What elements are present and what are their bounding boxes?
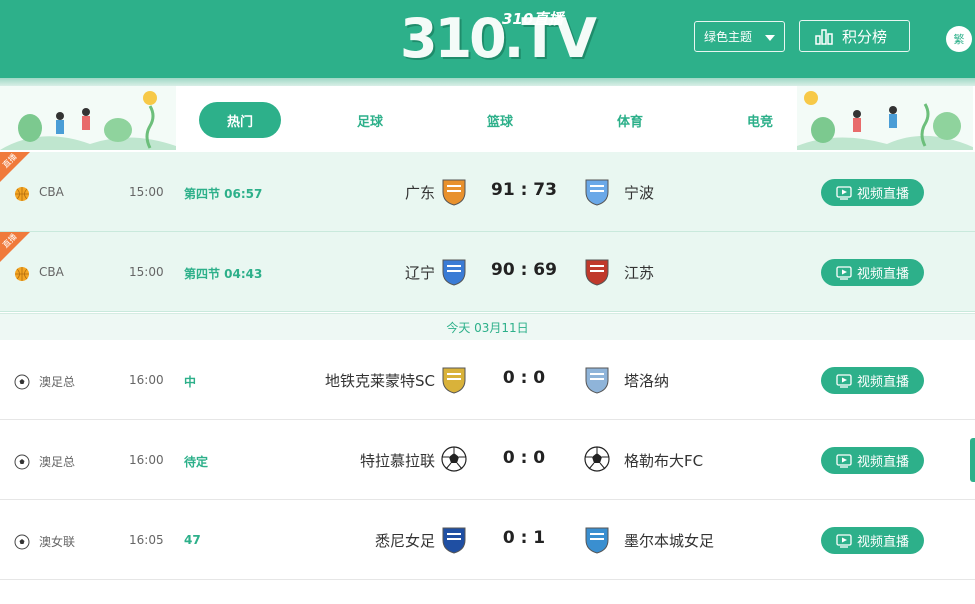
logo-sub-text: 310直播: [502, 10, 564, 28]
logo-main-text: 310.TV: [400, 7, 597, 70]
theme-select[interactable]: 绿色主题: [694, 21, 785, 52]
home-team-name[interactable]: 辽宁: [405, 262, 435, 283]
standings-label: 积分榜: [842, 27, 888, 46]
banner-decoration-left: [0, 86, 176, 150]
home-team-logo: [437, 254, 471, 288]
home-team-logo: [437, 362, 471, 396]
category-tabs: 热门 足球 篮球 体育 电竞: [175, 86, 797, 152]
match-score: 91 : 73: [491, 180, 557, 200]
standings-button[interactable]: 积分榜: [799, 20, 910, 52]
video-live-button[interactable]: 视频直播: [821, 527, 924, 554]
play-video-icon: [836, 265, 852, 280]
match-score: 90 : 69: [491, 260, 557, 280]
league-name[interactable]: 澳女联: [39, 533, 75, 550]
match-row[interactable]: 直播 CBA 15:00 第四节 04:43 辽宁 90 : 69 江苏 视频直播: [0, 232, 975, 312]
home-team-name[interactable]: 广东: [405, 182, 435, 203]
home-team-name[interactable]: 特拉慕拉联: [360, 450, 435, 471]
match-status: 47: [184, 533, 201, 547]
video-live-button[interactable]: 视频直播: [821, 259, 924, 286]
match-time: 16:00: [129, 453, 164, 467]
video-live-button[interactable]: 视频直播: [821, 179, 924, 206]
match-status: 第四节 04:43: [184, 267, 263, 281]
tab-esports[interactable]: 电竞: [719, 102, 801, 138]
league-name[interactable]: CBA: [39, 185, 64, 199]
match-status: 待定: [184, 455, 209, 469]
home-team-logo: [437, 174, 471, 208]
hot-tag: 直播: [0, 232, 30, 262]
away-team-logo: [580, 174, 614, 208]
match-time: 15:00: [129, 265, 164, 279]
caret-down-icon: [765, 35, 775, 41]
match-status: 中: [184, 375, 197, 389]
match-row[interactable]: 澳女联 16:05 47 悉尼女足 0 : 1 墨尔本城女足 视频直播: [0, 500, 975, 580]
match-status: 第四节 06:57: [184, 187, 263, 201]
date-divider: 今天 03月11日: [0, 313, 975, 340]
tab-sports[interactable]: 体育: [589, 102, 671, 138]
away-team-logo: [580, 362, 614, 396]
traditional-chinese-toggle[interactable]: 繁: [946, 26, 972, 52]
away-team-logo: [580, 522, 614, 556]
league-name[interactable]: 澳足总: [39, 453, 75, 470]
soccer-ball-icon: [14, 374, 30, 390]
match-score: 0 : 0: [502, 448, 546, 468]
league-name[interactable]: 澳足总: [39, 373, 75, 390]
away-team-name[interactable]: 格勒布大FC: [624, 450, 703, 471]
video-live-label: 视频直播: [856, 187, 909, 202]
away-team-name[interactable]: 宁波: [624, 182, 654, 203]
side-float-tab[interactable]: [970, 438, 975, 482]
home-team-logo: [437, 522, 471, 556]
site-logo[interactable]: 310.TV 310直播: [400, 6, 597, 72]
play-video-icon: [836, 453, 852, 468]
match-time: 15:00: [129, 185, 164, 199]
basketball-icon: [14, 186, 30, 202]
match-time: 16:00: [129, 373, 164, 387]
home-team-name[interactable]: 地铁克莱蒙特SC: [325, 370, 435, 391]
tab-football[interactable]: 足球: [329, 102, 411, 138]
match-row[interactable]: 澳足总 16:00 中 地铁克莱蒙特SC 0 : 0 塔洛纳 视频直播: [0, 340, 975, 420]
top-header: 310.TV 310直播 绿色主题 积分榜 繁: [0, 0, 975, 78]
away-team-logo: [580, 442, 614, 476]
banner-decoration-right: [797, 86, 973, 150]
league-name[interactable]: CBA: [39, 265, 64, 279]
home-team-logo: [437, 442, 471, 476]
header-shadow: [0, 78, 975, 86]
hot-tag: 直播: [0, 152, 30, 182]
away-team-name[interactable]: 江苏: [624, 262, 654, 283]
play-video-icon: [836, 373, 852, 388]
home-team-name[interactable]: 悉尼女足: [375, 530, 435, 551]
play-video-icon: [836, 533, 852, 548]
video-live-label: 视频直播: [856, 455, 909, 470]
match-score: 0 : 0: [502, 368, 546, 388]
match-row[interactable]: 直播 CBA 15:00 第四节 06:57 广东 91 : 73 宁波 视频直播: [0, 152, 975, 232]
soccer-ball-icon: [14, 454, 30, 470]
video-live-label: 视频直播: [856, 375, 909, 390]
tab-hot[interactable]: 热门: [199, 102, 281, 138]
away-team-logo: [580, 254, 614, 288]
bar-chart-icon: [815, 29, 833, 45]
away-team-name[interactable]: 墨尔本城女足: [624, 530, 714, 551]
play-video-icon: [836, 185, 852, 200]
basketball-icon: [14, 266, 30, 282]
category-tab-bar: 热门 足球 篮球 体育 电竞: [0, 86, 975, 152]
theme-select-label: 绿色主题: [704, 30, 753, 44]
match-time: 16:05: [129, 533, 164, 547]
match-score: 0 : 1: [502, 528, 546, 548]
away-team-name[interactable]: 塔洛纳: [624, 370, 669, 391]
video-live-label: 视频直播: [856, 267, 909, 282]
match-row[interactable]: 澳足总 16:00 待定 特拉慕拉联 0 : 0 格勒布大FC 视频直播: [0, 420, 975, 500]
video-live-button[interactable]: 视频直播: [821, 447, 924, 474]
soccer-ball-icon: [14, 534, 30, 550]
tab-basketball[interactable]: 篮球: [459, 102, 541, 138]
video-live-button[interactable]: 视频直播: [821, 367, 924, 394]
video-live-label: 视频直播: [856, 535, 909, 550]
